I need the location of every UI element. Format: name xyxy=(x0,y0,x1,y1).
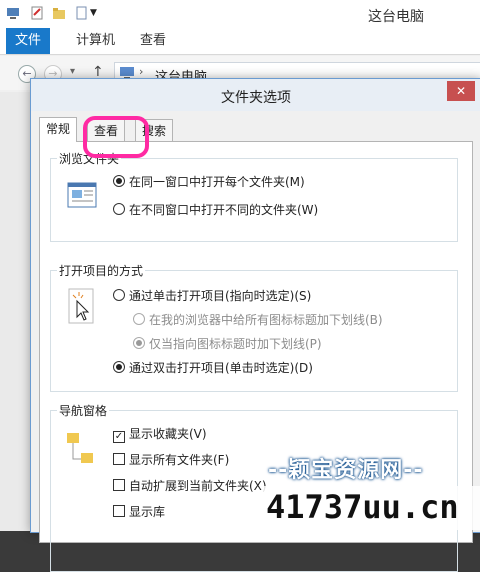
watermark-url: 41737uu.cn xyxy=(266,488,459,526)
group-label: 导航窗格 xyxy=(57,402,110,419)
tab-general[interactable]: 常规 xyxy=(39,117,78,142)
breadcrumb-separator-icon: › xyxy=(139,65,144,78)
radio-same-window[interactable]: 在同一窗口中打开每个文件夹(M) xyxy=(113,173,305,190)
watermark-banner: 41737uu.cn xyxy=(262,486,480,530)
radio-single-click[interactable]: 通过单击打开项目(指向时选定)(S) xyxy=(113,287,311,304)
customize-dropdown-icon[interactable]: ▼ xyxy=(90,6,104,20)
computer-icon[interactable] xyxy=(6,6,20,20)
radio-double-click[interactable]: 通过双击打开项目(单击时选定)(D) xyxy=(113,359,313,376)
option-label: 通过双击打开项目(单击时选定)(D) xyxy=(129,361,313,375)
option-label: 通过单击打开项目(指向时选定)(S) xyxy=(129,289,312,303)
radio-indicator[interactable] xyxy=(113,289,125,301)
watermark: --颖宝资源网-- 41737uu.cn xyxy=(262,452,480,531)
checkbox-indicator[interactable] xyxy=(113,479,125,491)
checkbox-indicator[interactable]: ✓ xyxy=(113,431,125,443)
ribbon-tabs: 文件 计算机 查看 xyxy=(0,28,480,55)
navigation-pane xyxy=(0,92,30,531)
checkbox-auto-expand[interactable]: 自动扩展到当前文件夹(X) xyxy=(113,477,267,494)
option-label: 在我的浏览器中给所有图标标题加下划线(B) xyxy=(149,313,383,327)
checkbox-indicator[interactable] xyxy=(113,505,125,517)
radio-indicator[interactable] xyxy=(113,361,125,373)
ribbon-tab-file[interactable]: 文件 xyxy=(6,28,50,54)
option-label: 在不同窗口中打开不同的文件夹(W) xyxy=(129,203,319,217)
document-icon[interactable] xyxy=(74,6,88,20)
close-button[interactable]: ✕ xyxy=(447,81,475,101)
radio-indicator[interactable] xyxy=(133,313,145,325)
window-title: 这台电脑 xyxy=(368,9,424,25)
checkbox-show-all-folders[interactable]: 显示所有文件夹(F) xyxy=(113,451,229,468)
radio-new-window[interactable]: 在不同窗口中打开不同的文件夹(W) xyxy=(113,201,318,218)
pointer-illustration-icon xyxy=(67,287,97,330)
ribbon-tab-computer[interactable]: 计算机 xyxy=(66,28,125,54)
recent-dropdown-icon[interactable]: ▾ xyxy=(70,66,75,77)
folder-tree-icon xyxy=(65,429,95,476)
dialog-title-bar: 文件夹选项 ✕ xyxy=(31,79,480,111)
click-items-group: 打开项目的方式 通过单击打开项目(指向时选定)(S) 在我的浏览器中给所有图标标… xyxy=(50,262,458,392)
option-label: 仅当指向图标标题时加下划线(P) xyxy=(149,337,322,351)
group-label: 打开项目的方式 xyxy=(57,262,146,279)
radio-underline-all[interactable]: 在我的浏览器中给所有图标标题加下划线(B) xyxy=(133,311,383,328)
browse-folders-group: 浏览文件夹 在同一窗口中打开每个文件夹(M) 在不同窗口中打开不同的文件夹(W) xyxy=(50,150,458,242)
option-label: 显示库 xyxy=(129,505,166,519)
option-label: 显示所有文件夹(F) xyxy=(129,453,230,467)
ribbon-tab-view[interactable]: 查看 xyxy=(130,28,176,54)
checkbox-show-favorites[interactable]: ✓ 显示收藏夹(V) xyxy=(113,425,207,443)
radio-indicator[interactable] xyxy=(113,175,125,187)
checkbox-show-libraries[interactable]: 显示库 xyxy=(113,503,165,520)
dialog-title: 文件夹选项 xyxy=(221,90,291,106)
option-label: 显示收藏夹(V) xyxy=(129,427,207,441)
radio-indicator[interactable] xyxy=(113,203,125,215)
title-bar: ▼ 这台电脑 xyxy=(0,0,480,28)
new-folder-icon[interactable] xyxy=(52,6,66,20)
watermark-site-name: --颖宝资源网-- xyxy=(268,458,424,483)
checkbox-indicator[interactable] xyxy=(113,453,125,465)
radio-indicator[interactable] xyxy=(133,337,145,349)
option-label: 在同一窗口中打开每个文件夹(M) xyxy=(129,175,305,189)
tab-highlight-annotation xyxy=(83,116,149,158)
window-illustration-icon xyxy=(67,181,97,212)
option-label: 自动扩展到当前文件夹(X) xyxy=(129,479,267,493)
radio-underline-hover[interactable]: 仅当指向图标标题时加下划线(P) xyxy=(133,335,322,352)
properties-icon[interactable] xyxy=(30,6,44,20)
